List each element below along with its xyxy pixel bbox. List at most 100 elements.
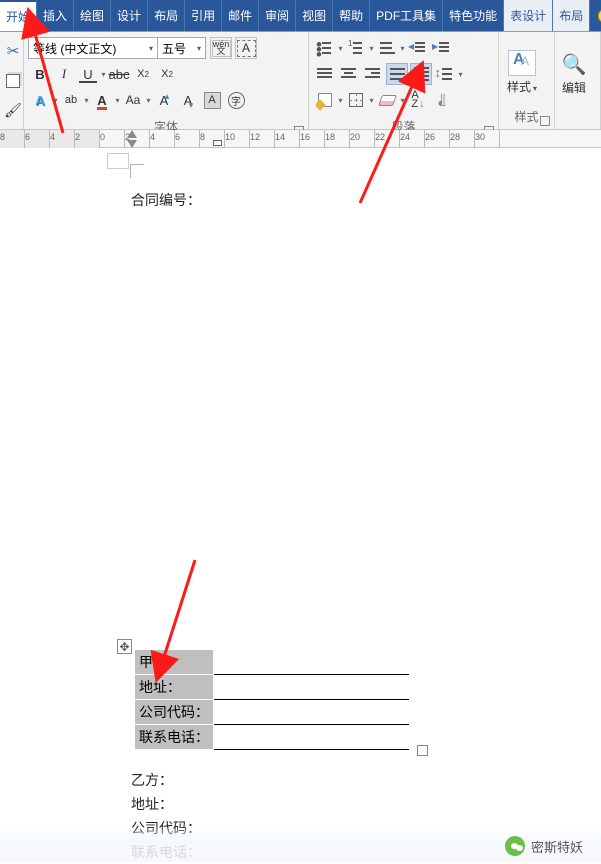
borders-button[interactable] [345,89,367,111]
table-row[interactable]: 甲方： [135,650,409,675]
copy-button[interactable] [2,70,24,92]
shading-button[interactable] [314,89,336,111]
tab-help[interactable]: 帮助 [333,0,370,31]
tell-me[interactable] [590,0,601,31]
clear-formatting-dropdown[interactable]: ▾ [399,96,406,105]
table-move-handle[interactable]: ✥ [117,639,132,654]
bold-button[interactable]: B [29,63,51,85]
chevron-down-icon: ▾ [197,44,201,53]
styles-button[interactable]: 样式▾ [499,32,545,106]
align-distributed-button[interactable] [410,63,432,85]
table-row[interactable]: 公司代码： [135,700,409,725]
table-resize-handle[interactable] [417,745,428,756]
character-border-button[interactable]: A [235,37,257,59]
show-marks-button[interactable]: ¶ [431,89,453,111]
group-paragraph: ▾ ▾ ▾ ▾ ▾ ▾ ▾ AZ ¶ 段落 [309,32,499,129]
ruler-tick: 14 [275,130,300,148]
right-indent-marker[interactable] [213,140,222,146]
tab-layout[interactable]: 布局 [148,0,185,31]
multilevel-list-button[interactable] [376,37,398,59]
underline-dropdown[interactable]: ▾ [100,70,107,79]
borders-dropdown[interactable]: ▾ [368,96,375,105]
italic-button[interactable]: I [53,63,75,85]
party-a-name-line[interactable] [214,650,409,675]
increase-indent-button[interactable] [431,37,453,59]
change-case-dropdown[interactable]: ▾ [145,96,152,105]
tab-draw[interactable]: 绘图 [74,0,111,31]
numbering-button[interactable] [345,37,367,59]
tab-table-layout[interactable]: 布局 [553,0,590,31]
tab-features[interactable]: 特色功能 [443,0,504,31]
ruler-tick: 4 [50,130,75,148]
ruler-tick: 22 [375,130,400,148]
format-painter-button[interactable]: 🖌 [2,100,24,122]
underline-button[interactable]: U [77,63,99,85]
font-color-button[interactable]: A [91,89,113,111]
align-justify-button[interactable] [386,63,408,85]
tab-references[interactable]: 引用 [185,0,222,31]
clear-formatting-button[interactable] [376,89,398,111]
party-a-table[interactable]: 甲方： 地址： 公司代码： 联系电话： [134,649,409,750]
tab-insert[interactable]: 插入 [37,0,74,31]
hanging-indent-marker[interactable] [127,140,137,148]
tab-mailings[interactable]: 邮件 [222,0,259,31]
line-spacing-button[interactable] [434,63,456,85]
first-line-indent-marker[interactable] [127,130,137,138]
tab-pdf-tools[interactable]: PDF工具集 [370,0,443,31]
font-color-dropdown[interactable]: ▾ [114,96,121,105]
strikethrough-button[interactable]: abc [108,63,130,85]
ruler-tick: 20 [350,130,375,148]
font-size-combo[interactable]: 五号▾ [158,37,206,59]
decrease-indent-button[interactable] [407,37,429,59]
party-a-address-line[interactable] [214,675,409,700]
document-page[interactable]: 合同编号： ✥ 甲方： 地址： 公司代码： 联系电话： 乙方： 地址： 公司代码… [0,148,601,862]
enclose-characters-button[interactable]: 字 [225,89,247,111]
multilevel-dropdown[interactable]: ▾ [399,44,406,53]
align-center-button[interactable] [338,63,360,85]
group-editing: 🔍 编辑 [555,32,601,129]
align-right-button[interactable] [362,63,384,85]
cut-button[interactable]: ✂ [2,40,24,62]
styles-dialog-launcher[interactable] [540,116,550,126]
highlight-dropdown[interactable]: ▾ [83,96,90,105]
line-spacing-dropdown[interactable]: ▾ [457,70,464,79]
bullets-button[interactable] [314,37,336,59]
tab-review[interactable]: 审阅 [259,0,296,31]
party-a-code-line[interactable] [214,700,409,725]
change-case-button[interactable]: Aa [122,89,144,111]
shrink-font-button[interactable]: A▾ [177,89,199,111]
superscript-button[interactable]: X2 [156,63,178,85]
party-a-phone-line[interactable] [214,725,409,750]
highlight-button[interactable]: ab [60,89,82,111]
table-row[interactable]: 地址： [135,675,409,700]
tab-table-design[interactable]: 表设计 [504,0,553,31]
grow-font-button[interactable]: A▴ [153,89,175,111]
table-row[interactable]: 联系电话： [135,725,409,750]
align-left-button[interactable] [314,63,336,85]
ribbon-tabs: 开始 插入 绘图 设计 布局 引用 邮件 审阅 视图 帮助 PDF工具集 特色功… [0,0,601,32]
party-a-name-label: 甲方： [135,650,214,675]
shading-dropdown[interactable]: ▾ [337,96,344,105]
tab-home[interactable]: 开始 [0,0,37,31]
font-name-combo[interactable]: 等线 (中文正文)▾ [28,37,158,59]
tab-view[interactable]: 视图 [296,0,333,31]
party-a-address-label: 地址： [135,675,214,700]
ruler-tick: 12 [250,130,275,148]
chevron-down-icon: ▾ [149,44,153,53]
sort-button[interactable]: AZ [407,89,429,111]
character-shading-button[interactable]: A [201,89,223,111]
wechat-icon [505,836,525,856]
tab-design[interactable]: 设计 [111,0,148,31]
bullets-dropdown[interactable]: ▾ [337,44,344,53]
contract-number-label: 合同编号： [131,190,201,210]
ruler[interactable]: 8642024681012141618202224262830 [0,130,601,148]
subscript-button[interactable]: X2 [132,63,154,85]
text-effects-dropdown[interactable]: ▾ [52,96,59,105]
numbering-dropdown[interactable]: ▾ [368,44,375,53]
phonetic-guide-button[interactable]: wén文 [210,37,232,59]
text-effects-button[interactable]: A [29,89,51,111]
ruler-tick: 6 [175,130,200,148]
ruler-tick: 24 [400,130,425,148]
ruler-tick: 8 [0,130,25,148]
editing-button[interactable]: 🔍 编辑 [555,32,593,109]
